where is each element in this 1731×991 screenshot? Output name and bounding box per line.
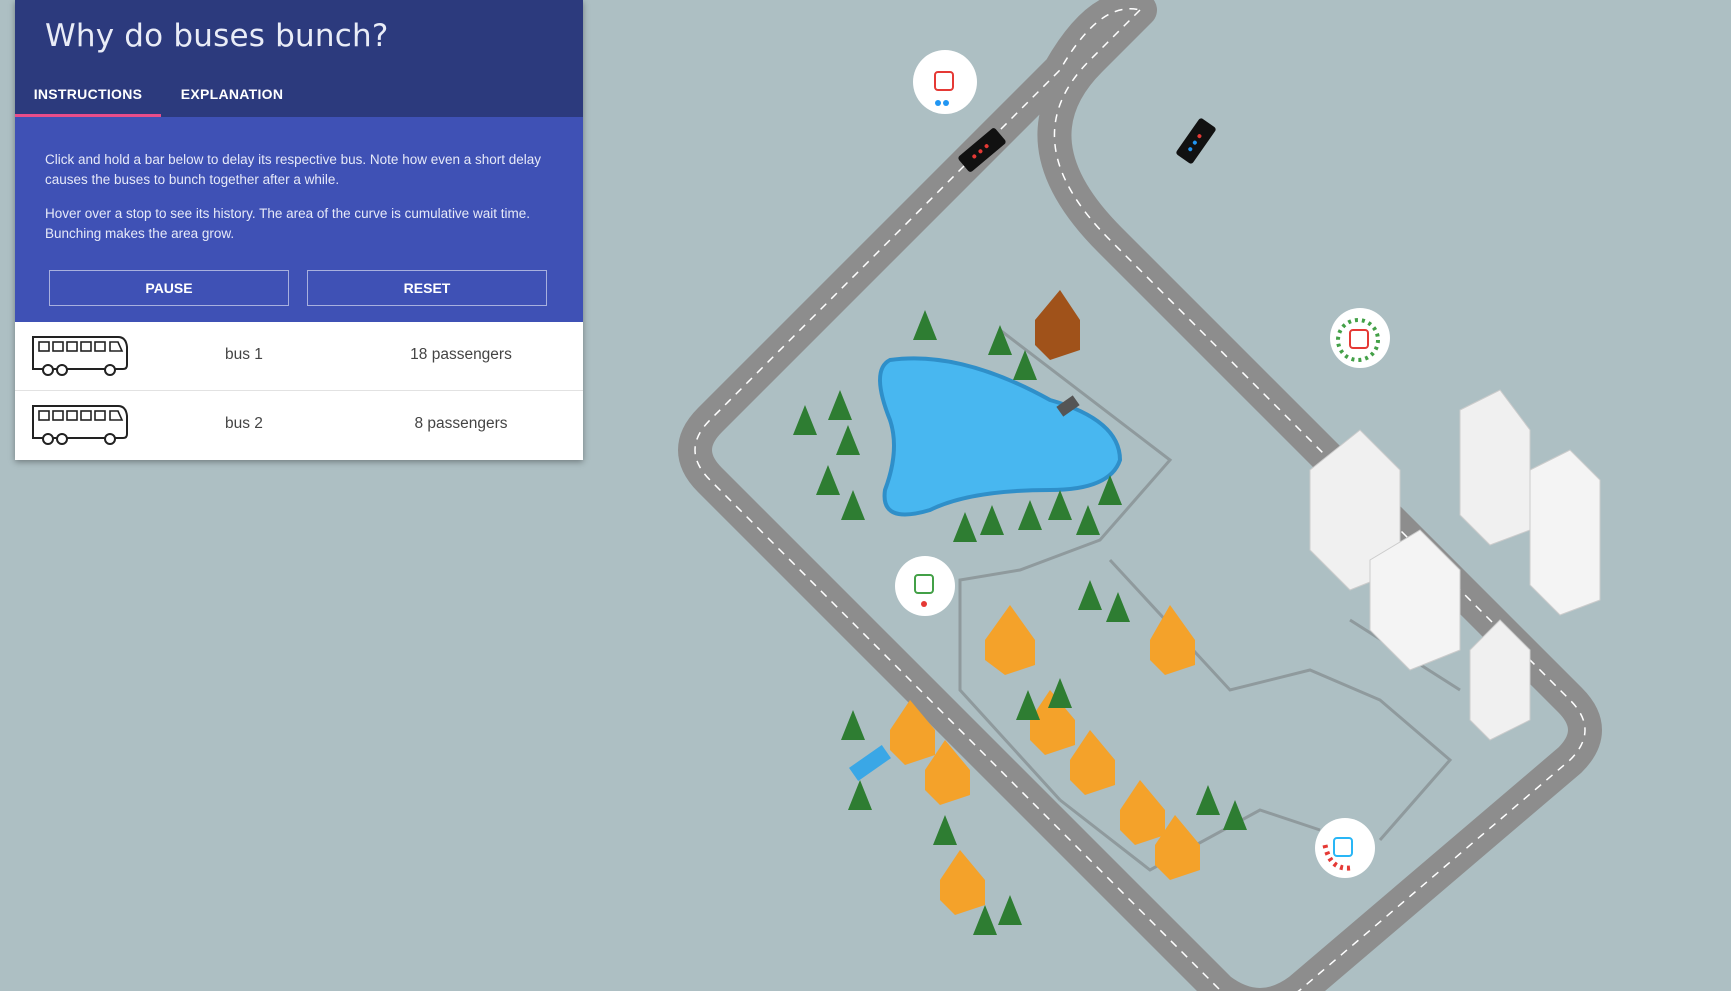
bus-passenger-count: 18 passengers <box>410 346 512 363</box>
instructions-panel: Click and hold a bar below to delay its … <box>15 117 583 322</box>
instructions-paragraph: Click and hold a bar below to delay its … <box>45 152 542 187</box>
panel-header: Why do buses bunch? INSTRUCTIONS EXPLANA… <box>15 0 583 117</box>
bus-name: bus 1 <box>225 346 263 363</box>
tab-explanation[interactable]: EXPLANATION <box>161 74 303 117</box>
bus-icon <box>32 336 128 376</box>
bus-row[interactable]: bus 2 8 passengers <box>15 391 583 460</box>
bus-stop-top[interactable] <box>913 50 977 114</box>
control-panel: Why do buses bunch? INSTRUCTIONS EXPLANA… <box>15 0 583 460</box>
bus-list: bus 1 18 passengers bus 2 8 passengers <box>15 322 583 460</box>
bus-passenger-count: 8 passengers <box>414 415 508 432</box>
bus-icon <box>32 405 128 445</box>
bus-stop-right[interactable] <box>1330 308 1390 368</box>
pool <box>849 744 891 782</box>
bus-stop-bottom[interactable] <box>1315 818 1375 878</box>
reset-button[interactable]: RESET <box>307 270 547 306</box>
tab-instructions[interactable]: INSTRUCTIONS <box>15 74 161 117</box>
pause-button[interactable]: PAUSE <box>49 270 289 306</box>
instructions-paragraph: Hover over a stop to see its history. Th… <box>45 206 530 241</box>
bus-row[interactable]: bus 1 18 passengers <box>15 322 583 391</box>
bus-stop-left[interactable] <box>895 556 955 616</box>
bus-name: bus 2 <box>225 415 263 432</box>
bus-route-road <box>678 0 1602 991</box>
bus-2-on-map <box>1176 118 1216 164</box>
lake <box>878 356 1123 517</box>
page-title: Why do buses bunch? <box>45 18 389 54</box>
